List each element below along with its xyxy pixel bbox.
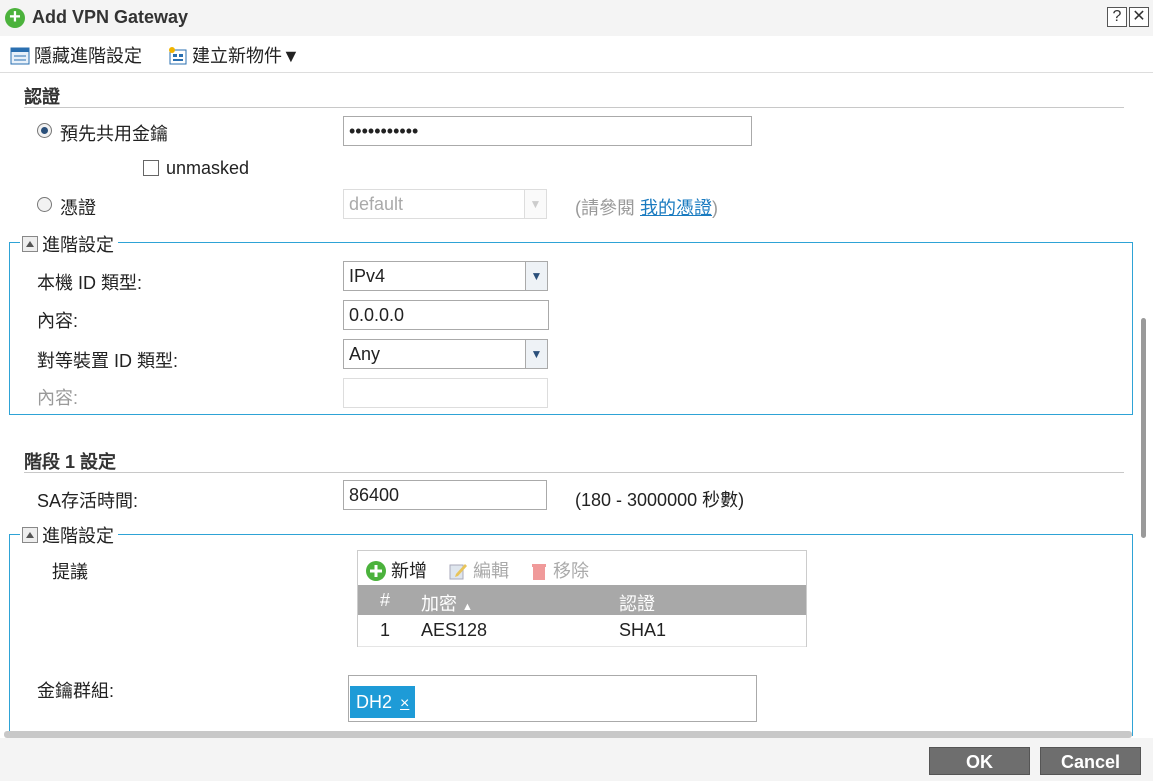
column-encryption[interactable]: 加密 ▲ xyxy=(421,590,473,616)
vertical-scrollbar[interactable] xyxy=(1141,318,1146,538)
edit-label: 編輯 xyxy=(473,561,510,581)
my-certificates-link[interactable]: 我的憑證 xyxy=(640,198,712,218)
auth-heading: 認證 xyxy=(24,87,60,107)
window-title: Add VPN Gateway xyxy=(32,7,189,27)
phase1-heading: 階段 1 設定 xyxy=(24,452,117,472)
psk-label: 預先共用金鑰 xyxy=(60,124,168,144)
collapse-icon[interactable] xyxy=(22,527,38,543)
edit-icon xyxy=(449,564,467,580)
see-prefix: (請參閱 xyxy=(575,198,640,218)
remove-proposal-button[interactable]: 移除 xyxy=(530,557,589,583)
content-label: 內容: xyxy=(37,311,79,331)
column-encryption-label: 加密 xyxy=(421,594,457,614)
sa-lifetime-input[interactable]: 86400 xyxy=(343,480,547,510)
sa-lifetime-range: (180 - 3000000 秒數) xyxy=(575,490,745,510)
collapse-icon[interactable] xyxy=(22,236,38,252)
dialog-footer: OK Cancel xyxy=(0,738,1153,781)
psk-input[interactable]: ••••••••••• xyxy=(343,116,752,146)
advanced-settings-label-2: 進階設定 xyxy=(42,526,114,546)
key-group-chip: DH2 × xyxy=(350,686,416,718)
advanced-settings-legend-1[interactable]: 進階設定 xyxy=(20,231,118,257)
add-label: 新增 xyxy=(391,561,428,581)
see-suffix: ) xyxy=(712,198,718,218)
create-object-label: 建立新物件▼ xyxy=(192,46,300,66)
trash-icon xyxy=(532,564,546,580)
chevron-down-icon: ▼ xyxy=(525,262,547,290)
peer-id-type-select[interactable]: Any ▼ xyxy=(343,339,548,369)
chevron-down-icon: ▼ xyxy=(525,340,547,368)
add-proposal-button[interactable]: 新增 xyxy=(366,557,427,583)
proposal-label: 提議 xyxy=(52,562,88,582)
list-icon xyxy=(10,47,30,65)
proposal-grid-header: # 加密 ▲ 認證 xyxy=(358,585,806,615)
peer-id-type-label: 對等裝置 ID 類型: xyxy=(37,351,179,371)
certificate-radio[interactable] xyxy=(37,197,52,212)
row-encryption: AES128 xyxy=(421,620,488,640)
remove-label: 移除 xyxy=(553,561,590,581)
column-auth[interactable]: 認證 xyxy=(619,590,655,616)
certificate-select-value: default xyxy=(349,194,404,214)
see-certificates-note: (請參閱 我的憑證) xyxy=(575,194,718,220)
unmasked-checkbox[interactable] xyxy=(143,160,159,176)
content-input[interactable]: 0.0.0.0 xyxy=(343,300,549,330)
close-button[interactable]: ✕ xyxy=(1129,7,1149,27)
local-id-type-select[interactable]: IPv4 ▼ xyxy=(343,261,548,291)
row-num: 1 xyxy=(380,620,391,640)
advanced-settings-legend-2[interactable]: 進階設定 xyxy=(20,522,118,548)
create-object-menu[interactable]: 建立新物件▼ xyxy=(168,42,300,68)
chip-remove-icon[interactable]: × xyxy=(400,695,409,712)
advanced-settings-fieldset-1 xyxy=(9,242,1133,415)
phase1-divider xyxy=(24,472,1124,473)
ok-button[interactable]: OK xyxy=(929,747,1030,775)
unmasked-label: unmasked xyxy=(166,158,250,178)
new-object-icon xyxy=(169,47,187,65)
cancel-button[interactable]: Cancel xyxy=(1040,747,1141,775)
horizontal-scrollbar[interactable] xyxy=(4,731,1132,738)
local-id-type-label: 本機 ID 類型: xyxy=(37,273,143,293)
auth-divider xyxy=(24,107,1124,108)
key-group-chip-label: DH2 xyxy=(356,692,393,712)
certificate-label: 憑證 xyxy=(60,198,96,218)
proposal-grid-toolbar: 新增 編輯 移除 xyxy=(358,551,806,585)
certificate-select[interactable]: default ▼ xyxy=(343,189,547,219)
help-button[interactable]: ? xyxy=(1107,7,1127,27)
peer-id-type-value: Any xyxy=(349,344,381,364)
local-id-type-value: IPv4 xyxy=(349,266,386,286)
key-group-label: 金鑰群組: xyxy=(37,681,115,701)
hide-advanced-button[interactable]: 隱藏進階設定 xyxy=(10,42,142,68)
edit-proposal-button[interactable]: 編輯 xyxy=(448,557,509,583)
table-row[interactable]: 1 AES128 SHA1 xyxy=(358,615,806,647)
proposal-grid: 新增 編輯 移除 # 加密 ▲ 認證 1 AES128 SHA1 xyxy=(357,550,807,647)
key-group-input[interactable]: DH2 × xyxy=(348,675,757,722)
peer-content-input[interactable] xyxy=(343,378,548,408)
sa-lifetime-label: SA存活時間: xyxy=(37,491,139,511)
hide-advanced-label: 隱藏進階設定 xyxy=(34,46,142,66)
chevron-down-icon: ▼ xyxy=(524,190,546,218)
title-bar: + Add VPN Gateway ? ✕ xyxy=(0,0,1153,36)
content-area[interactable]: 認證 預先共用金鑰 ••••••••••• unmasked 憑證 defaul… xyxy=(0,72,1153,736)
column-num[interactable]: # xyxy=(380,590,390,611)
row-auth: SHA1 xyxy=(619,620,667,640)
toolbar: 隱藏進階設定 建立新物件▼ xyxy=(0,36,1153,72)
advanced-settings-label-1: 進階設定 xyxy=(42,235,114,255)
sort-asc-icon: ▲ xyxy=(462,601,473,613)
psk-radio[interactable] xyxy=(37,123,52,138)
add-icon: + xyxy=(5,7,25,28)
plus-icon xyxy=(366,561,386,581)
peer-content-label: 內容: xyxy=(37,388,79,408)
